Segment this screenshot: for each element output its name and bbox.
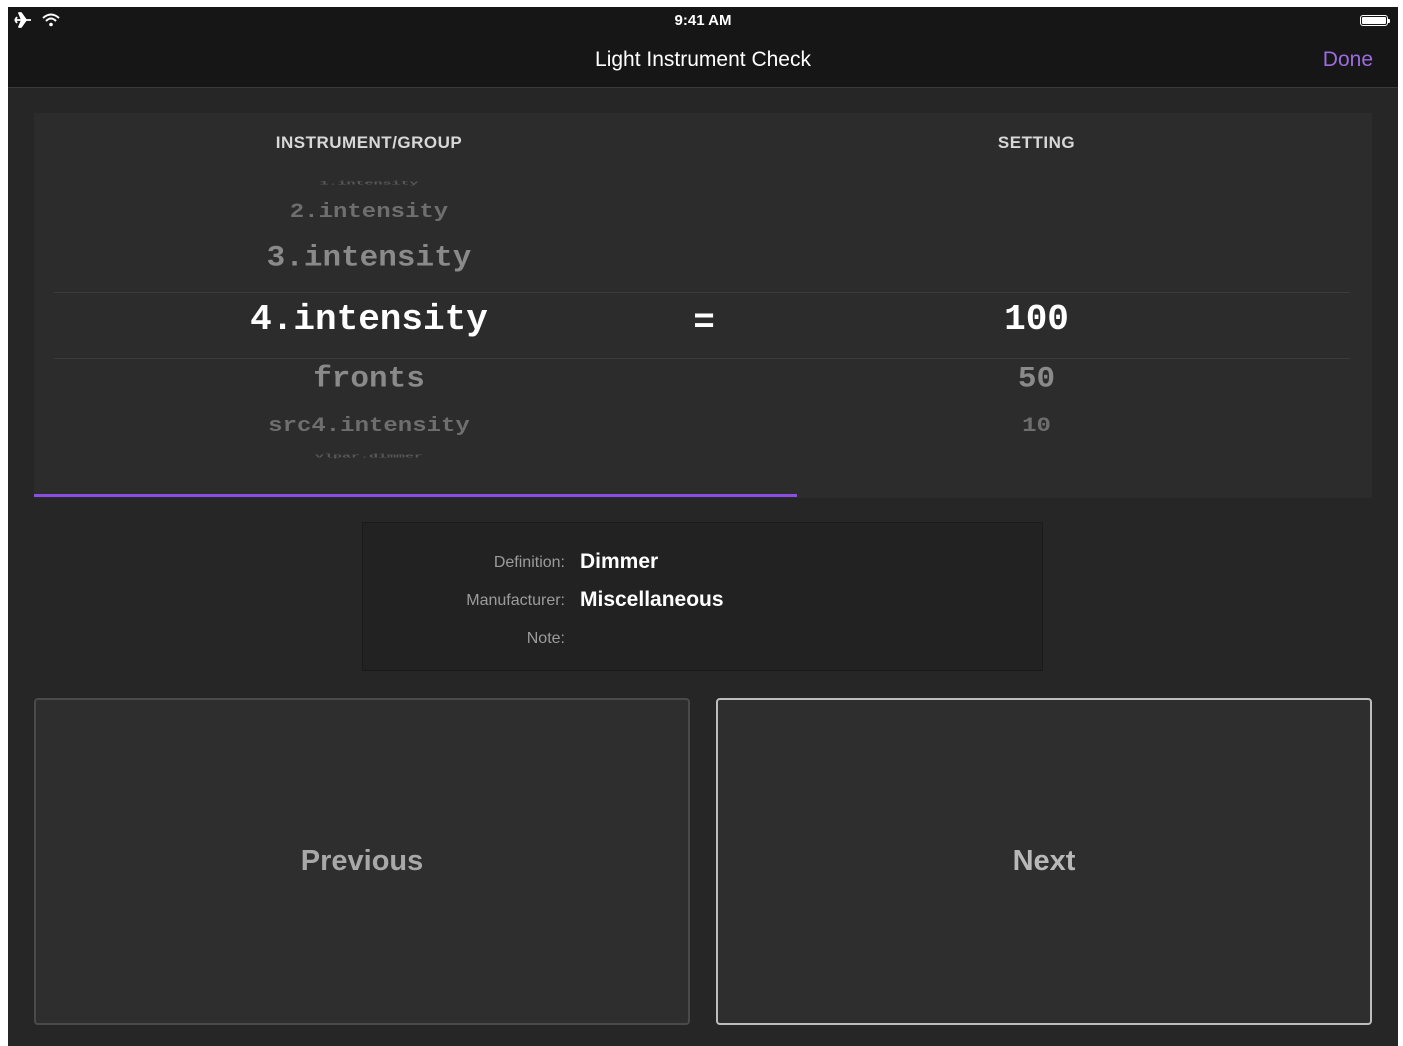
status-bar: 9:41 AM: [8, 7, 1398, 34]
previous-button[interactable]: Previous: [34, 698, 690, 1025]
done-button[interactable]: Done: [1323, 48, 1373, 72]
instrument-group-header: INSTRUMENT/GROUP: [275, 133, 463, 152]
note-label: Note:: [526, 630, 565, 647]
manufacturer-label: Manufacturer:: [466, 592, 565, 609]
navigation-bar: Light Instrument Check Done: [8, 34, 1398, 88]
instrument-option[interactable]: 3.intensity: [174, 242, 564, 275]
instrument-info-panel: Definition: Dimmer Manufacturer: Miscell…: [362, 522, 1043, 671]
instrument-option[interactable]: fronts: [174, 363, 564, 396]
instrument-option[interactable]: 2.intensity: [174, 201, 564, 224]
progress-fill: [34, 494, 797, 497]
instrument-option[interactable]: src4.intensity: [174, 415, 564, 438]
instrument-option[interactable]: vlpar.dimmer: [174, 454, 564, 460]
equals-sign: =: [693, 302, 715, 343]
setting-option-selected[interactable]: 100: [904, 299, 1169, 340]
manufacturer-value: Miscellaneous: [580, 588, 724, 611]
device-screen: 9:41 AM Light Instrument Check Done INST…: [8, 7, 1398, 1046]
next-button[interactable]: Next: [716, 698, 1372, 1025]
previous-button-label: Previous: [300, 845, 424, 877]
instrument-option-selected[interactable]: 4.intensity: [174, 299, 564, 340]
setting-header: SETTING: [997, 133, 1076, 152]
instrument-option[interactable]: 1.intensity: [174, 181, 564, 187]
setting-option[interactable]: 50: [904, 363, 1169, 396]
selection-bottom-line: [54, 358, 1350, 359]
instrument-setting-picker[interactable]: INSTRUMENT/GROUP SETTING 1.intensity 2.in…: [34, 113, 1372, 498]
setting-option[interactable]: 10: [904, 415, 1169, 438]
battery-icon: [1360, 15, 1390, 26]
definition-label: Definition:: [493, 554, 565, 571]
next-button-label: Next: [1012, 845, 1076, 877]
status-time: 9:41 AM: [674, 12, 732, 29]
progress-bar: [34, 494, 1372, 498]
page-title: Light Instrument Check: [595, 48, 811, 71]
definition-value: Dimmer: [580, 550, 659, 573]
selection-top-line: [54, 292, 1350, 293]
